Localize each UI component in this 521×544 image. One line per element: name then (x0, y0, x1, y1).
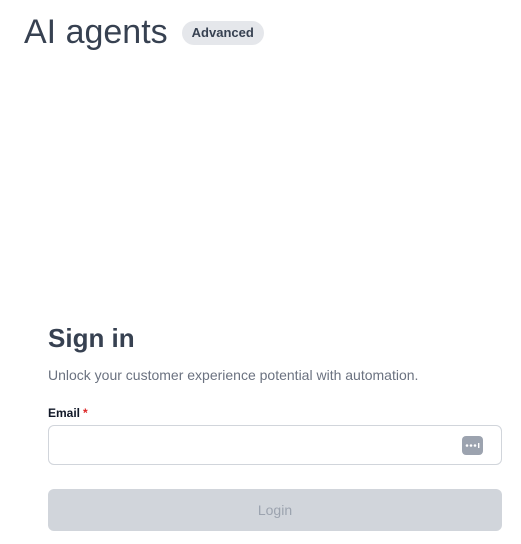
dots-icon (465, 443, 480, 448)
signin-subtitle: Unlock your customer experience potentia… (48, 367, 419, 383)
page-title: AI agents (24, 13, 168, 51)
required-mark: * (83, 406, 88, 420)
login-button[interactable]: Login (48, 489, 502, 531)
signin-form: Sign in Unlock your customer experience … (48, 320, 502, 531)
page-header: AI agents Advanced (24, 10, 264, 54)
signin-title: Sign in (48, 323, 135, 353)
email-label: Email * (48, 406, 502, 420)
email-field[interactable] (49, 426, 449, 464)
advanced-badge: Advanced (181, 21, 264, 45)
email-label-text: Email (48, 406, 81, 420)
email-field-wrapper (48, 425, 502, 465)
password-manager-icon[interactable] (462, 436, 483, 455)
